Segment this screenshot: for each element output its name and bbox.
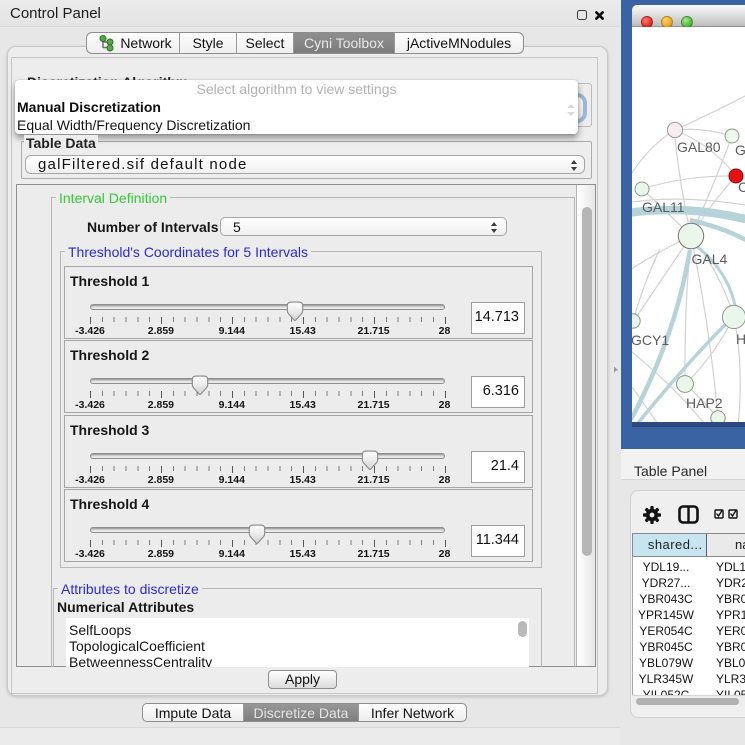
svg-text:H: H [736, 331, 745, 347]
svg-text:GAL11: GAL11 [642, 199, 685, 215]
svg-text:GA: GA [735, 142, 745, 158]
svg-text:GAL80: GAL80 [677, 139, 721, 155]
svg-text:GCY1: GCY1 [632, 332, 669, 348]
svg-text:HAP2: HAP2 [686, 395, 723, 411]
svg-text:CY: CY [738, 179, 745, 195]
svg-text:GAL4: GAL4 [692, 251, 728, 267]
